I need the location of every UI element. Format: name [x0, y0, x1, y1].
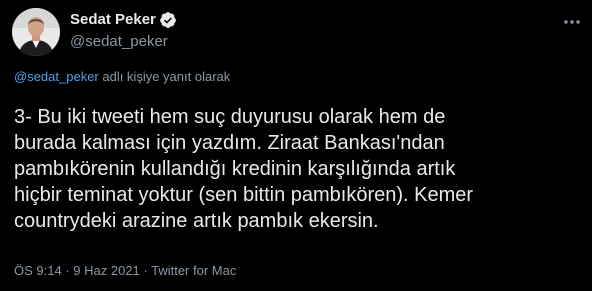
tweet-text-line: pambıkörenin kullandığı kredinin karşılı… [14, 158, 456, 180]
author-display-name[interactable]: Sedat Peker [70, 10, 156, 30]
meta-separator: · [139, 263, 152, 278]
avatar-image [12, 8, 60, 56]
more-options-icon[interactable] [562, 12, 582, 32]
tweet-metadata: ÖS 9:14 · 9 Haz 2021 · Twitter for Mac [14, 263, 236, 279]
tweet: Sedat Peker @sedat_peker @sedat_peker ad… [0, 0, 592, 291]
tweet-text: 3- Bu iki tweeti hem suç duyurusu olarak… [14, 104, 584, 234]
author-handle[interactable]: @sedat_peker [70, 32, 177, 52]
reply-context: @sedat_peker adlı kişiye yanıt olarak [14, 68, 230, 86]
reply-context-text: adlı kişiye yanıt olarak [98, 69, 231, 84]
tweet-text-line: 3- Bu iki tweeti hem suç duyurusu olarak… [14, 106, 446, 128]
tweet-time-link[interactable]: ÖS 9:14 [14, 263, 62, 278]
tweet-date-link[interactable]: 9 Haz 2021 [73, 263, 140, 278]
tweet-source: Twitter for Mac [151, 263, 237, 278]
avatar[interactable] [12, 8, 60, 56]
meta-separator: · [61, 263, 74, 278]
author-name-row: Sedat Peker [70, 10, 177, 30]
author-block[interactable]: Sedat Peker @sedat_peker [70, 10, 177, 52]
tweet-text-line: burada kalması için yazdım. Ziraat Banka… [14, 132, 445, 154]
tweet-text-line: hiçbir teminat yoktur (sen bittin pambık… [14, 184, 474, 206]
tweet-text-line: countrydeki arazine artık pambık ekersin… [14, 210, 379, 232]
verified-badge-icon [159, 11, 177, 29]
reply-mention-link[interactable]: @sedat_peker [14, 69, 99, 84]
